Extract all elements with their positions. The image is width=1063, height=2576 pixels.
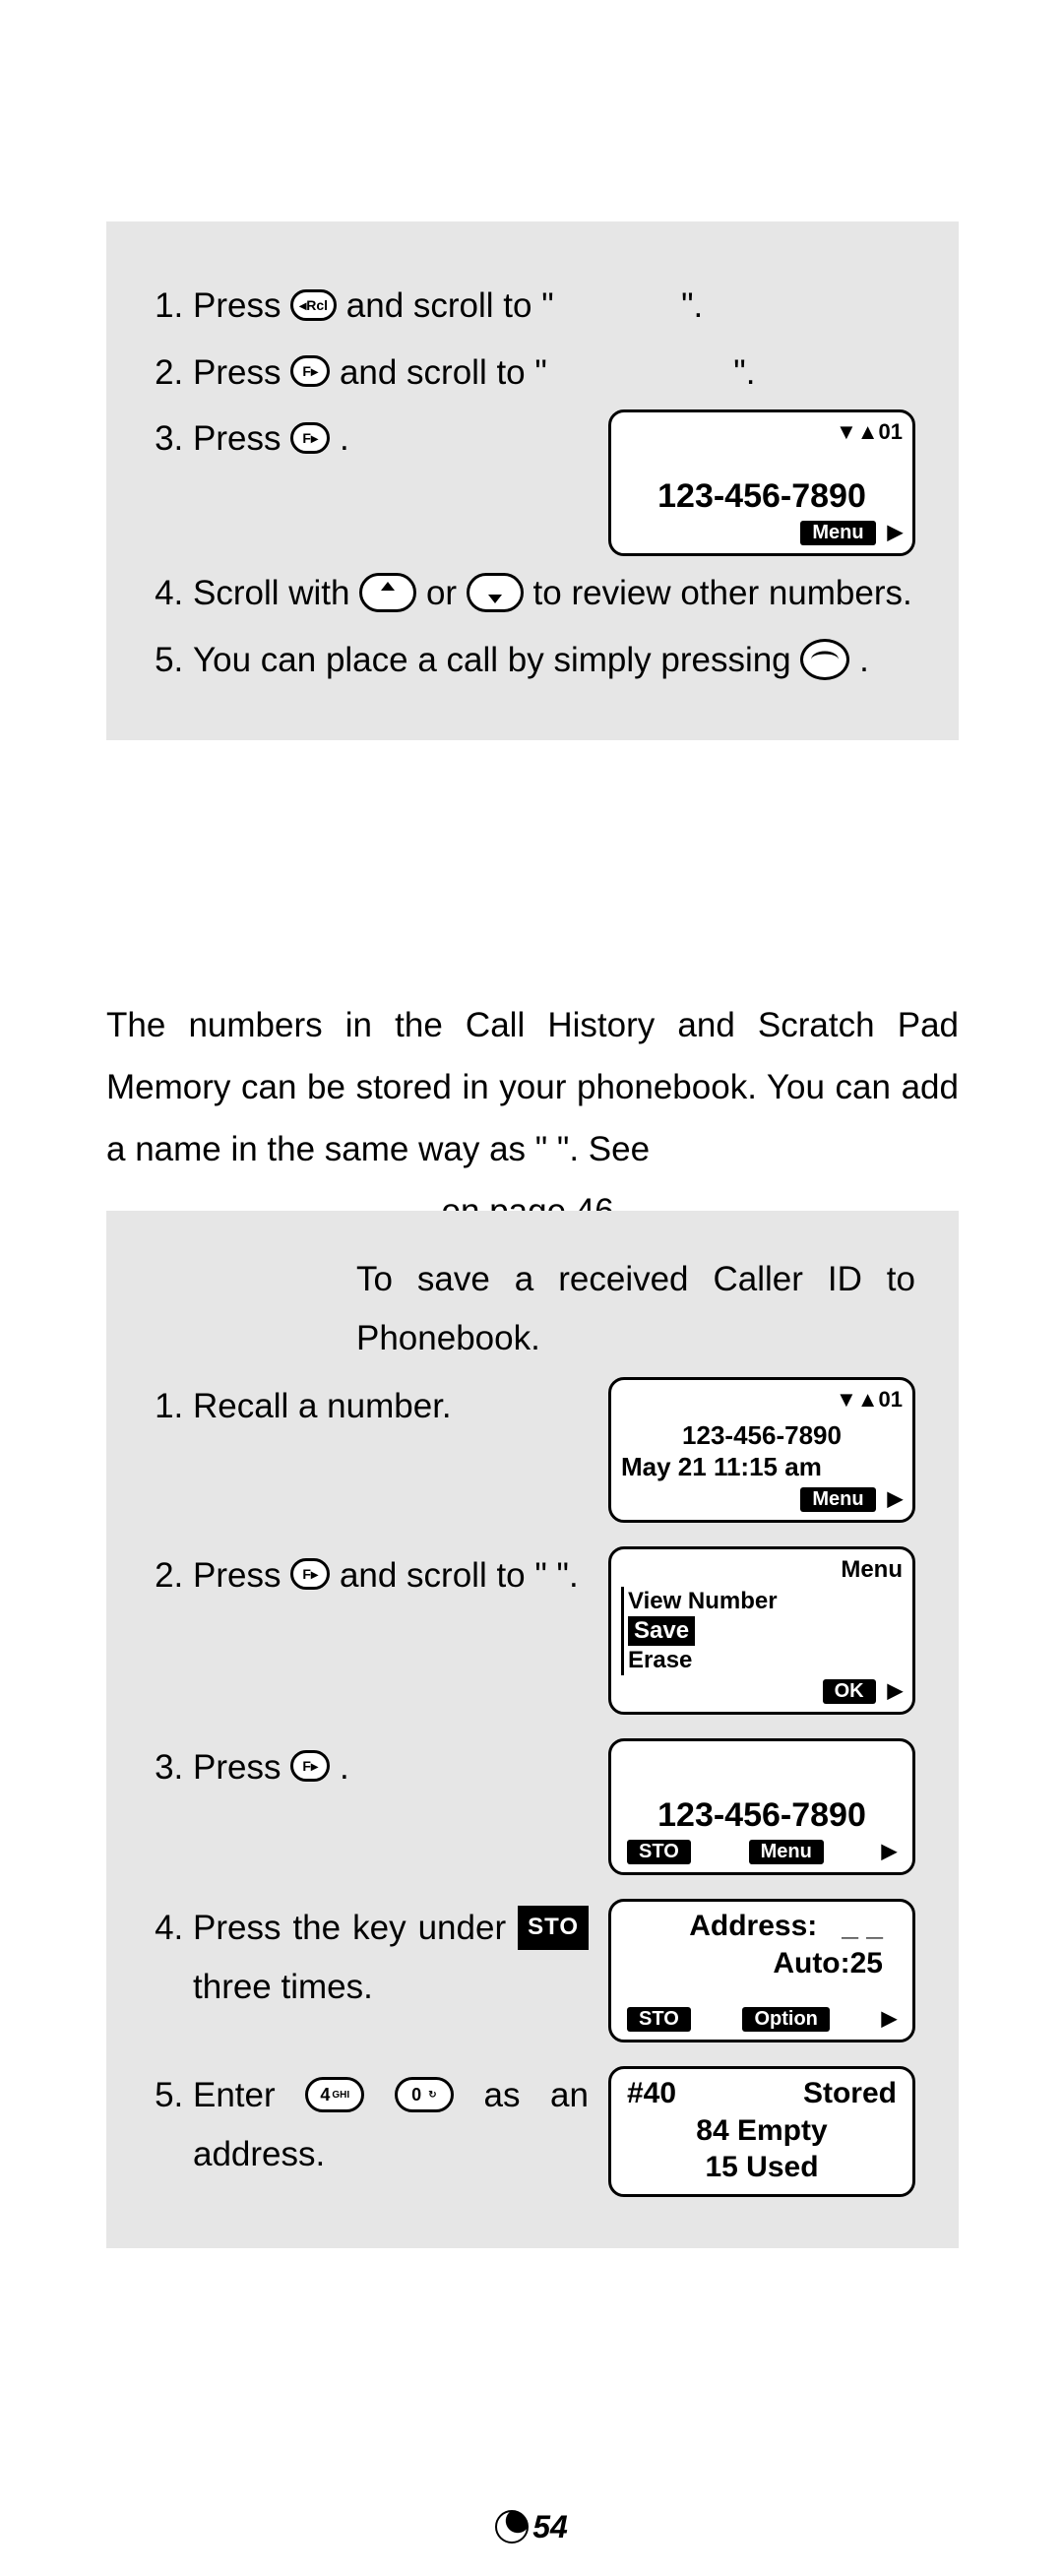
step-5-text-a: You can place a call by simply pressing — [193, 641, 800, 679]
lcd3-opt3: Erase — [628, 1646, 903, 1675]
lcd-screen-6: #40 Stored 84 Empty 15 Used — [608, 2066, 915, 2197]
step-2-text-b: and scroll to " — [340, 353, 547, 392]
lcd3-menu: View Number Save Erase — [621, 1587, 903, 1675]
rcl-key-icon: ◂Rcl — [290, 289, 337, 321]
lcd6-empty: 84 Empty — [621, 2112, 903, 2150]
step-3: Press F▸ . ▼▲01 123-456-7890 Menu ▶ — [193, 409, 915, 556]
f-key-icon: F▸ — [290, 1750, 330, 1782]
lcd2-number: 123-456-7890 — [621, 1419, 903, 1452]
b2-step-4-text-a: Press the key under — [193, 1909, 518, 1947]
step-3-text-a: Press — [193, 419, 290, 458]
lcd3-opt2: Save — [628, 1616, 695, 1646]
step-2-text-a: Press — [193, 353, 290, 392]
step-1-text-b: and scroll to " — [346, 286, 554, 325]
b2-step-5-text-a: Enter — [193, 2076, 305, 2114]
lcd5-softkey-sto: STO — [627, 2007, 691, 2032]
lcd-number: 123-456-7890 — [621, 475, 903, 518]
lcd5-auto: Auto:25 — [621, 1945, 903, 1982]
block2-lead: To save a received Caller ID to Phoneboo… — [150, 1250, 915, 1367]
step-4: Scroll with or to review other numbers. — [193, 564, 915, 623]
lcd5-softkey-option: Option — [742, 2007, 829, 2032]
lcd6-used: 15 Used — [621, 2149, 903, 2186]
page-number-value: 54 — [532, 2509, 568, 2545]
lcd6-hash: #40 — [627, 2075, 676, 2112]
step-list-1: Press ◂Rcl and scroll to " ". Press F▸ a… — [150, 277, 915, 689]
key-0-sub: ↻ — [428, 2090, 436, 2101]
lcd3-opt1: View Number — [628, 1587, 903, 1616]
step-4-text-c: to review other numbers. — [533, 574, 912, 612]
intro-paragraph: The numbers in the Call History and Scra… — [106, 994, 959, 1242]
f-key-icon: F▸ — [290, 355, 330, 387]
lcd-screen-1: ▼▲01 123-456-7890 Menu ▶ — [608, 409, 915, 556]
down-key-icon — [467, 573, 524, 612]
b2-step-3-text-b: . — [340, 1748, 349, 1787]
b2-step-2-text-b: and scroll to " ". — [340, 1556, 579, 1595]
lcd6-stored: Stored — [803, 2075, 897, 2112]
intro-p1: The numbers in the Call History and Scra… — [106, 994, 959, 1180]
step-4-text-b: or — [426, 574, 467, 612]
instruction-block-1: Press ◂Rcl and scroll to " ". Press F▸ a… — [106, 221, 959, 740]
lcd-softkey-menu: Menu — [800, 521, 875, 545]
f-key-icon: F▸ — [290, 422, 330, 454]
key-0-digit: 0 — [411, 2085, 421, 2105]
lcd2-indicator: ▼▲01 — [621, 1386, 903, 1414]
step-5: You can place a call by simply pressing … — [193, 631, 915, 690]
step-2-text-c: ". — [733, 353, 755, 392]
b2-step-2: Press F▸ and scroll to " ". Menu View Nu… — [193, 1546, 915, 1715]
b2-step-3-text-a: Press — [193, 1748, 290, 1787]
b2-step-5: Enter 4GHI 0 ↻ as an address. #40 Stored — [193, 2066, 915, 2197]
key-4-sub: GHI — [332, 2090, 349, 2101]
b2-step-4-text-b: three times. — [193, 1968, 373, 2006]
lcd4-softkey-menu: Menu — [749, 1840, 824, 1864]
key-4-icon: 4GHI — [305, 2077, 364, 2112]
step-4-text-a: Scroll with — [193, 574, 359, 612]
key-4-digit: 4 — [320, 2085, 330, 2105]
lcd-screen-3: Menu View Number Save Erase OK ▶ — [608, 1546, 915, 1715]
lcd2-date: May 21 11:15 am — [621, 1451, 903, 1483]
b2-step-3: Press F▸ . 123-456-7890 STO Menu ▶ — [193, 1738, 915, 1876]
sto-label-icon: STO — [518, 1906, 589, 1950]
lcd5-addr-blank: _ _ — [842, 1910, 883, 1942]
lcd-indicator: ▼▲01 — [621, 418, 903, 446]
page-logo-icon — [495, 2510, 529, 2544]
call-key-icon — [800, 639, 849, 680]
step-1: Press ◂Rcl and scroll to " ". — [193, 277, 915, 336]
step-2: Press F▸ and scroll to " ". — [193, 344, 915, 403]
f-key-icon: F▸ — [290, 1558, 330, 1590]
lcd-screen-4: 123-456-7890 STO Menu ▶ — [608, 1738, 915, 1876]
up-key-icon — [359, 573, 416, 612]
lcd4-number: 123-456-7890 — [621, 1794, 903, 1837]
right-arrow-icon: ▶ — [888, 1487, 903, 1512]
right-arrow-icon: ▶ — [882, 2007, 897, 2032]
lcd3-title: Menu — [621, 1555, 903, 1585]
lcd-screen-2: ▼▲01 123-456-7890 May 21 11:15 am Menu ▶ — [608, 1377, 915, 1523]
b2-step-4: Press the key under STO three times. Add… — [193, 1899, 915, 2042]
lcd5-addr-label: Address: — [689, 1910, 817, 1942]
step-list-2: Recall a number. ▼▲01 123-456-7890 May 2… — [150, 1377, 915, 2197]
b2-step-1-text: Recall a number. — [193, 1387, 452, 1425]
step-5-text-b: . — [859, 641, 869, 679]
lcd2-softkey-menu: Menu — [800, 1487, 875, 1512]
lcd3-softkey-ok: OK — [823, 1679, 876, 1704]
manual-page: Press ◂Rcl and scroll to " ". Press F▸ a… — [0, 0, 1063, 2576]
right-arrow-icon: ▶ — [882, 1840, 897, 1864]
key-0-icon: 0 ↻ — [395, 2077, 454, 2112]
step-1-text-a: Press — [193, 286, 290, 325]
page-number: 54 — [0, 2509, 1063, 2546]
step-3-text-b: . — [340, 419, 349, 458]
instruction-block-2: To save a received Caller ID to Phoneboo… — [106, 1211, 959, 2248]
lcd4-softkey-sto: STO — [627, 1840, 691, 1864]
right-arrow-icon: ▶ — [888, 1679, 903, 1704]
lcd-screen-5: Address: _ _ Auto:25 STO Option ▶ — [608, 1899, 915, 2042]
b2-step-2-text-a: Press — [193, 1556, 290, 1595]
step-1-text-c: ". — [681, 286, 703, 325]
b2-step-1: Recall a number. ▼▲01 123-456-7890 May 2… — [193, 1377, 915, 1523]
right-arrow-icon: ▶ — [888, 521, 903, 545]
